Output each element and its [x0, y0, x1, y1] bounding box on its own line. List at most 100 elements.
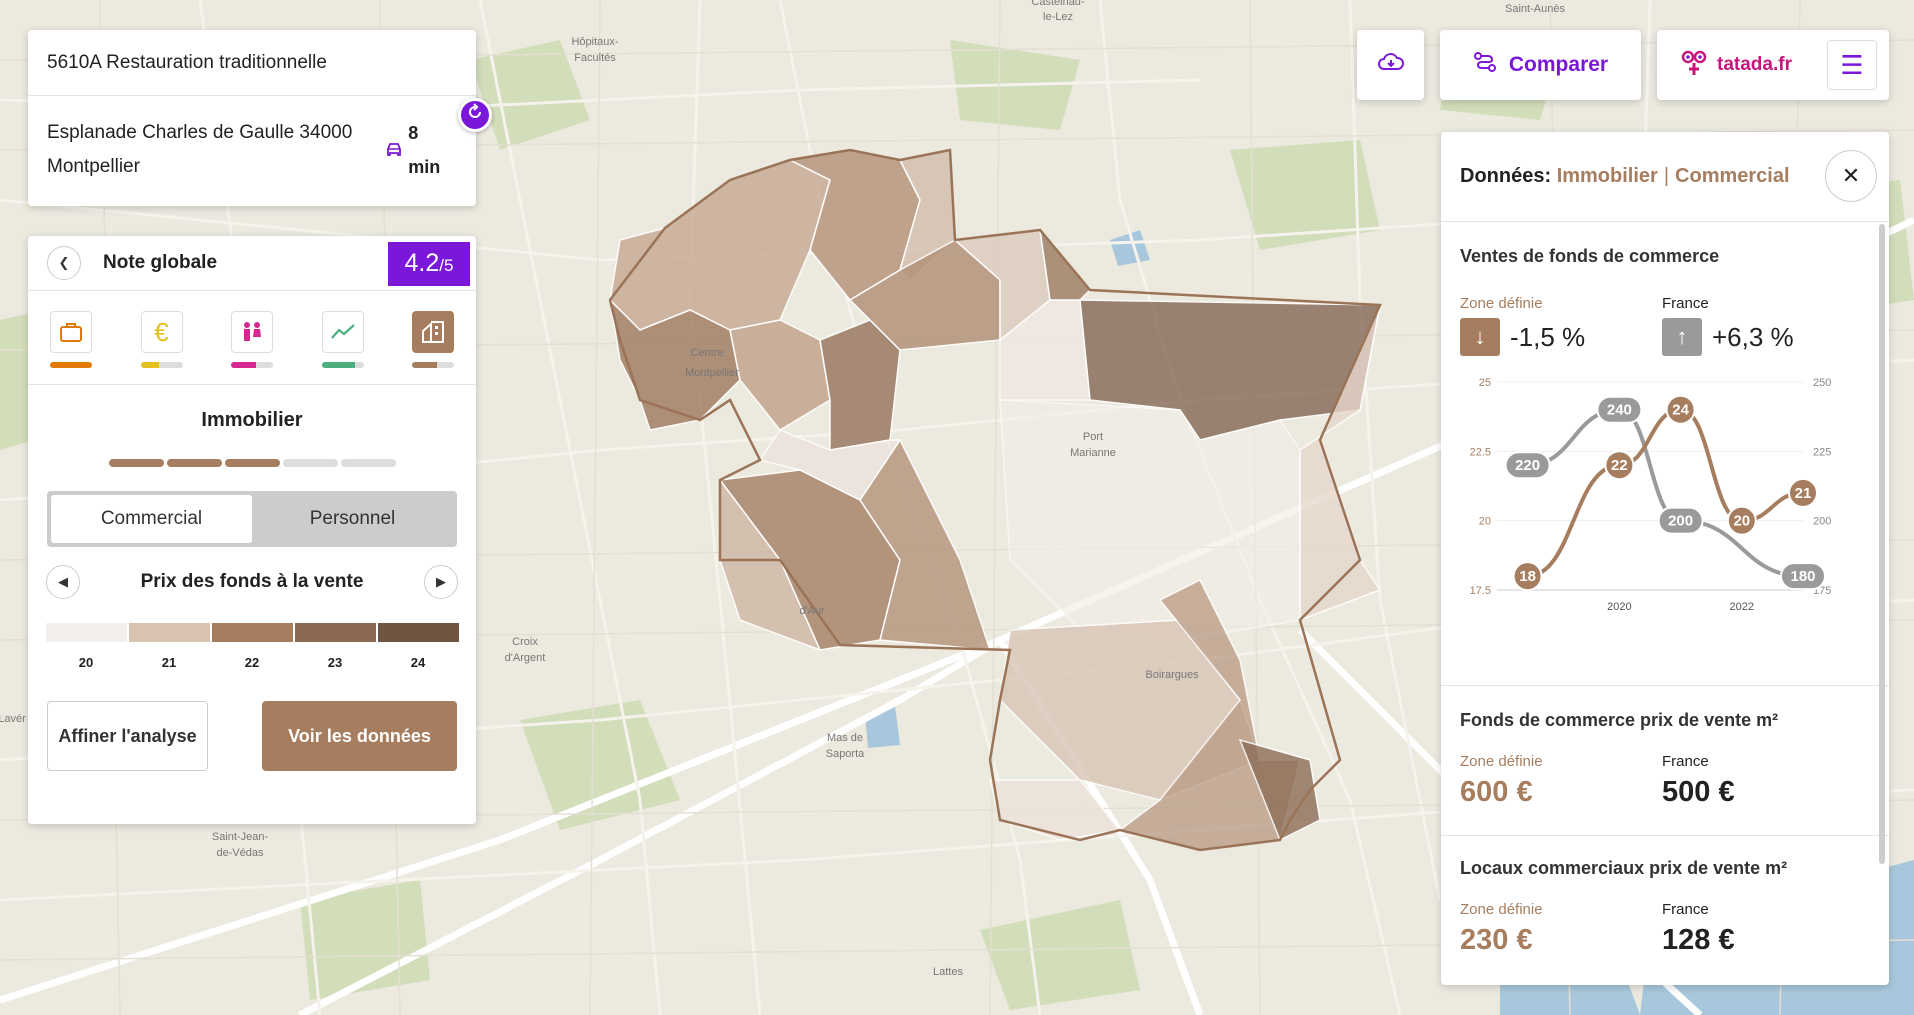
map-label: Lattes: [933, 966, 963, 978]
triangle-left-icon: ◀: [58, 574, 68, 589]
right-tick-label: 250: [1813, 377, 1831, 389]
map-label: Marianne: [1070, 447, 1116, 459]
legend-label: 21: [161, 655, 177, 670]
data-label: 200: [1668, 513, 1693, 530]
right-tick-label: 225: [1813, 446, 1831, 458]
legend-item: 23: [294, 623, 376, 670]
data-header-cat2: Commercial: [1675, 165, 1790, 187]
prev-metric-button[interactable]: ◀: [46, 565, 80, 599]
sales-chart: 2522.52017.52502252001752020 202222024020…: [1470, 377, 1832, 613]
locaux-zone-label: Zone définie: [1460, 901, 1543, 918]
map-label: Boirargues: [1145, 669, 1199, 681]
category-level-bar: [50, 362, 92, 368]
brand-bar: tatada.fr ☰: [1657, 30, 1889, 100]
map-label: Croix: [512, 636, 538, 648]
car-icon: [379, 116, 408, 184]
next-metric-button[interactable]: ▶: [424, 565, 458, 599]
locaux-france-value: 128 €: [1662, 924, 1735, 956]
category-level-bar: [412, 362, 454, 368]
score-value: 4.2: [404, 249, 440, 277]
left-tick-label: 17.5: [1470, 585, 1491, 597]
fonds-price-title: Fonds de commerce prix de vente m²: [1460, 710, 1779, 730]
building-icon: [412, 311, 454, 353]
category-emploi[interactable]: [50, 311, 92, 384]
trend-icon: [321, 311, 364, 353]
sales-block: Ventes de fonds de commerce Zone définie…: [1441, 222, 1889, 686]
toggle-commercial[interactable]: Commercial: [51, 495, 252, 543]
triangle-right-icon: ▶: [436, 574, 446, 589]
global-score-badge: 4.2 /5: [388, 242, 470, 286]
close-button[interactable]: ✕: [1825, 150, 1877, 202]
analysis-panel: ❮ Note globale 4.2 /5 € Immobilier Comme…: [28, 236, 476, 824]
view-data-button[interactable]: Voir les données: [262, 701, 457, 771]
refine-analysis-button[interactable]: Affiner l'analyse: [47, 701, 208, 771]
chevron-left-icon: ❮: [58, 255, 70, 270]
map-label: Lavér: [0, 713, 26, 725]
map-label: le-Lez: [1043, 11, 1073, 23]
sales-title: Ventes de fonds de commerce: [1460, 246, 1720, 266]
category-population[interactable]: [231, 311, 273, 384]
legend-swatch: [211, 623, 293, 642]
refresh-button[interactable]: [458, 98, 492, 132]
category-immobilier[interactable]: [412, 311, 454, 384]
map-label: Saporta: [826, 748, 865, 760]
close-icon: ✕: [1841, 163, 1861, 188]
menu-button[interactable]: ☰: [1827, 40, 1877, 90]
panel-title: Note globale: [103, 252, 218, 273]
data-header-cat1: Immobilier: [1556, 165, 1658, 187]
map-label: Saint-Jean-: [212, 831, 269, 843]
data-label: 240: [1607, 402, 1632, 419]
address-text[interactable]: Esplanade Charles de Gaulle 34000 Montpe…: [47, 116, 379, 184]
compare-icon: [1473, 51, 1497, 79]
sales-france-label: France: [1662, 295, 1709, 312]
toggle-personnel[interactable]: Personnel: [252, 495, 453, 543]
legend-label: 23: [327, 655, 343, 670]
compare-button[interactable]: Comparer: [1440, 30, 1641, 100]
hamburger-icon: ☰: [1840, 49, 1864, 80]
refresh-icon: [466, 103, 484, 127]
legend-swatch: [377, 623, 459, 642]
briefcase-icon: [50, 311, 92, 353]
left-tick-label: 25: [1479, 377, 1491, 389]
data-label: 18: [1519, 568, 1536, 585]
back-button[interactable]: ❮: [47, 246, 81, 280]
map-label: Mas de: [827, 732, 863, 744]
data-header-prefix: Données:: [1460, 165, 1552, 187]
legend-item: 24: [377, 623, 459, 670]
scrollbar[interactable]: [1879, 224, 1885, 864]
duration-unit: min: [408, 157, 441, 177]
duration-value: 8: [408, 123, 419, 143]
data-label: 20: [1733, 513, 1750, 530]
arrow-up-icon: ↑: [1662, 318, 1702, 356]
people-icon: [231, 311, 273, 353]
data-label: 22: [1611, 457, 1628, 474]
category-evolution[interactable]: [321, 311, 364, 384]
rating-segment: [340, 459, 396, 467]
category-level-bar: [321, 362, 364, 368]
legend-swatch: [45, 623, 127, 642]
metric-label: Prix des fonds à la vente: [140, 571, 364, 592]
download-button[interactable]: [1357, 30, 1424, 100]
type-toggle: Commercial Personnel: [47, 491, 457, 547]
brand-name[interactable]: tatada.fr: [1717, 54, 1792, 76]
category-revenus[interactable]: €: [140, 311, 183, 384]
euro-icon: €: [140, 311, 183, 353]
map-label: Montpellier: [685, 367, 739, 379]
fonds-france-value: 500 €: [1662, 776, 1735, 808]
map-label: Saint-Aunès: [1505, 3, 1565, 15]
right-tick-label: 200: [1813, 516, 1831, 528]
category-level-bar: [231, 362, 273, 368]
naf-label[interactable]: 5610A Restauration traditionnelle: [28, 30, 476, 96]
series-line: [1525, 407, 1805, 579]
data-panel: Données: Immobilier | Commercial ✕ Vente…: [1441, 132, 1889, 985]
legend-label: 22: [244, 655, 260, 670]
map-label: d'Aur: [799, 605, 825, 617]
map-label: de-Védas: [216, 847, 264, 859]
map-label: Facultés: [574, 52, 616, 64]
sales-zone-label: Zone définie: [1460, 295, 1543, 312]
rating-segment: [282, 459, 338, 467]
color-legend: 20 21 22 23 24: [28, 623, 476, 670]
fonds-zone-value: 600 €: [1460, 776, 1533, 808]
legend-item: 22: [211, 623, 293, 670]
locaux-france-label: France: [1662, 901, 1709, 918]
